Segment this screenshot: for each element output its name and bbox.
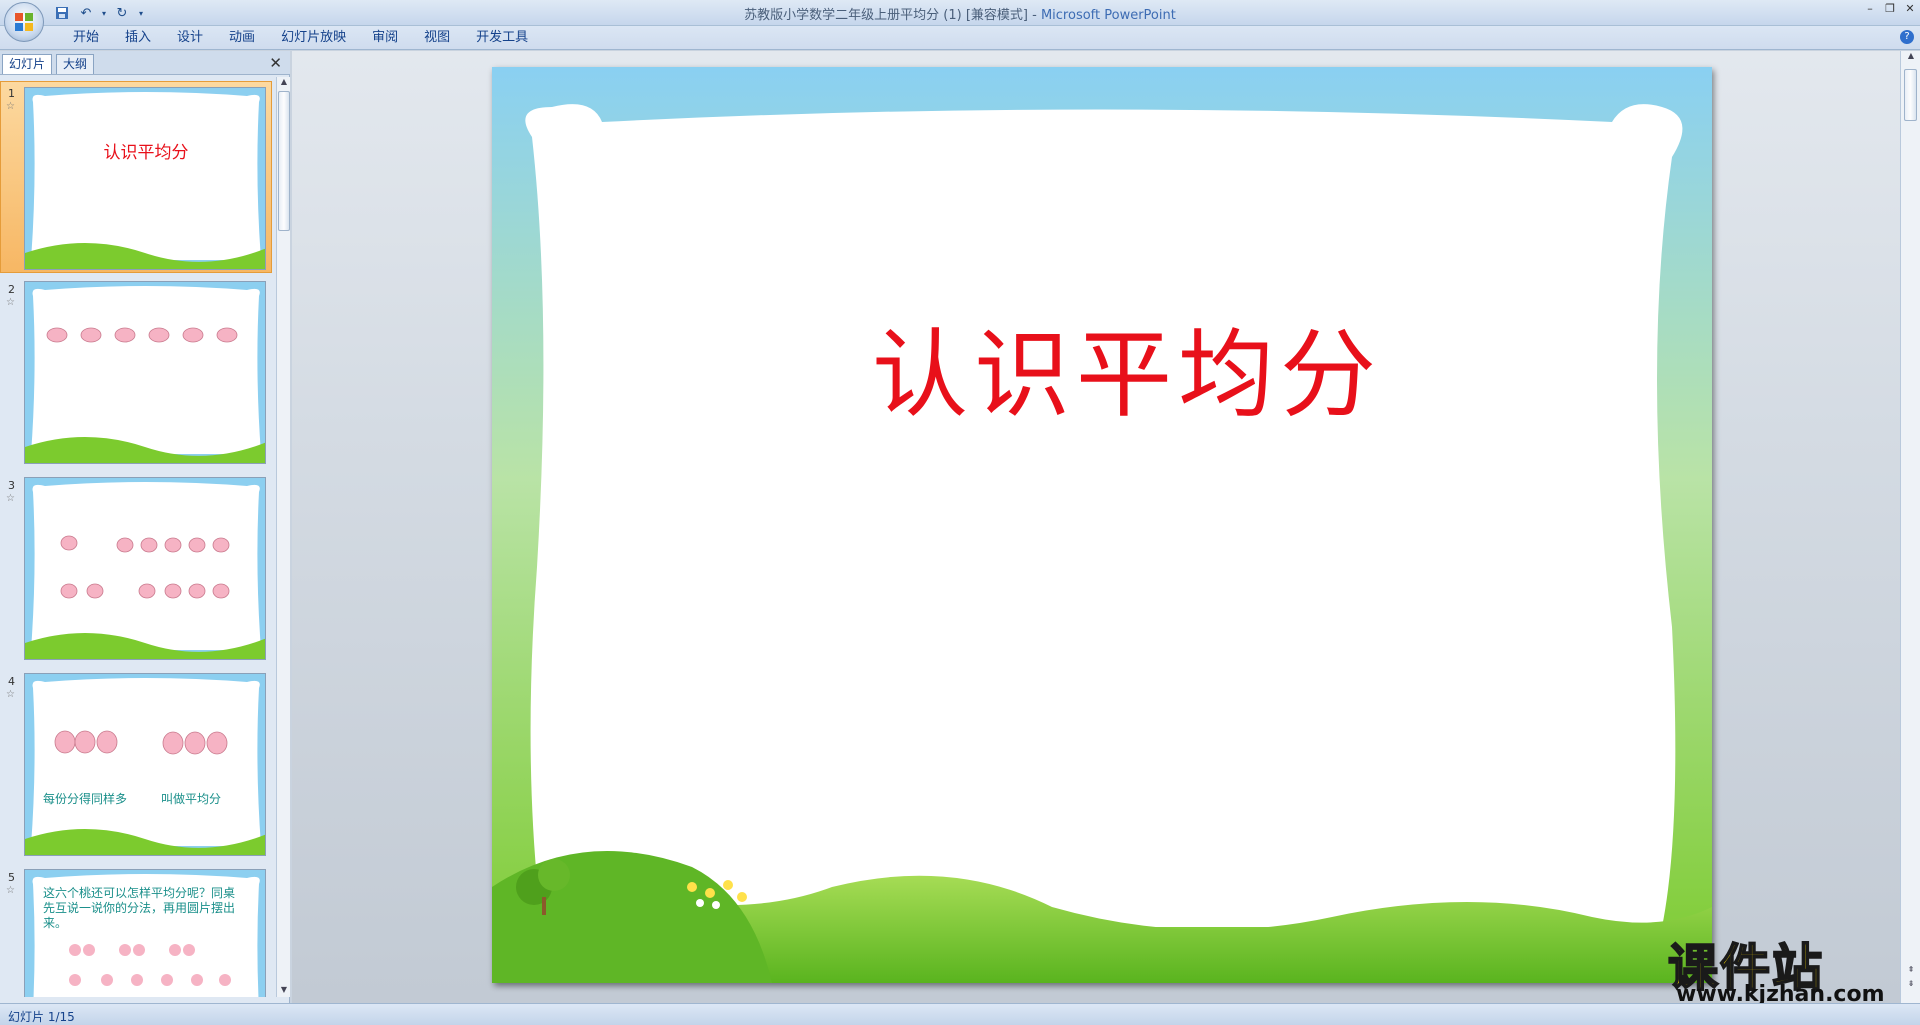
transition-star-icon: ☆ xyxy=(6,493,15,504)
tab-view[interactable]: 视图 xyxy=(411,30,463,50)
tab-slides[interactable]: 幻灯片 xyxy=(2,54,53,74)
panel-tabs: 幻灯片 大纲 ✕ xyxy=(0,51,290,75)
help-icon[interactable]: ? xyxy=(1900,30,1914,44)
slide-number: 3 xyxy=(8,479,15,492)
transition-star-icon: ☆ xyxy=(6,101,15,112)
tab-home[interactable]: 开始 xyxy=(60,30,112,50)
tab-developer[interactable]: 开发工具 xyxy=(463,30,541,50)
slide-number: 1 xyxy=(8,87,15,100)
title-bar: ↶ ▾ ↻ ▾ 苏教版小学数学二年级上册平均分 (1) [兼容模式] - Mic… xyxy=(0,0,1920,26)
scroll-thumb[interactable] xyxy=(278,91,290,231)
tab-animation[interactable]: 动画 xyxy=(216,30,268,50)
editor-scrollbar[interactable]: ▲ ⇞ ⇟ xyxy=(1900,51,1920,1003)
slide-background-art xyxy=(25,282,265,463)
slide-preview: 每份分得同样多 叫做平均分 xyxy=(24,673,266,856)
slide-preview xyxy=(24,477,266,660)
close-icon[interactable]: ✕ xyxy=(1904,2,1916,15)
prev-slide-icon[interactable]: ⇞ xyxy=(1901,965,1920,977)
tab-slideshow[interactable]: 幻灯片放映 xyxy=(268,30,359,50)
ribbon: 开始 插入 设计 动画 幻灯片放映 审阅 视图 开发工具 ? xyxy=(0,26,1920,50)
transition-star-icon: ☆ xyxy=(6,689,15,700)
office-button[interactable] xyxy=(4,2,44,42)
thumbnail-caption-left: 每份分得同样多 xyxy=(43,792,128,806)
slide-number: 4 xyxy=(8,675,15,688)
slide-preview: 这六个桃还可以怎样平均分呢？同桌先互说一说你的分法，再用圆片摆出来。 xyxy=(24,869,266,997)
status-bar: 幻灯片 1/15 xyxy=(0,1003,1920,1025)
thumbnail-caption-right: 叫做平均分 xyxy=(161,792,222,806)
thumbnail-text: 这六个桃还可以怎样平均分呢？同桌先互说一说你的分法，再用圆片摆出来。 xyxy=(43,886,236,930)
restore-icon[interactable]: ❐ xyxy=(1884,2,1896,15)
thumbnail-scrollbar[interactable]: ▲ ▼ xyxy=(276,77,290,997)
tab-review[interactable]: 审阅 xyxy=(359,30,411,50)
slide-background-art xyxy=(25,88,265,269)
app-name: Microsoft PowerPoint xyxy=(1040,8,1176,23)
transition-star-icon: ☆ xyxy=(6,297,15,308)
slide-preview: 认识平均分 xyxy=(24,87,266,270)
tab-outline[interactable]: 大纲 xyxy=(56,54,95,74)
scroll-thumb[interactable] xyxy=(1904,69,1917,121)
slide-canvas[interactable]: 认识平均分 xyxy=(492,67,1712,983)
slide-background-art xyxy=(492,67,1712,983)
slide-title[interactable]: 认识平均分 xyxy=(872,297,1382,436)
thumbnail-list: 1 ☆ 认识平均分 2 ☆ 3 ☆ 4 ☆ 每份分得同样多 叫做平均分 5 ☆ … xyxy=(0,77,276,997)
slide-background-art xyxy=(25,674,265,855)
next-slide-icon[interactable]: ⇟ xyxy=(1901,979,1920,991)
slide-preview xyxy=(24,281,266,464)
transition-star-icon: ☆ xyxy=(6,885,15,896)
ribbon-tabs: 开始 插入 设计 动画 幻灯片放映 审阅 视图 开发工具 xyxy=(60,30,541,50)
slide-editor: 认识平均分 xyxy=(292,51,1900,1003)
office-logo-icon xyxy=(15,13,33,31)
tab-design[interactable]: 设计 xyxy=(164,30,216,50)
tab-insert[interactable]: 插入 xyxy=(112,30,164,50)
close-icon[interactable]: ✕ xyxy=(269,54,282,72)
watermark-logo: 课件站 www.kjzhan.com xyxy=(1667,928,1896,1008)
slide-counter: 幻灯片 1/15 xyxy=(8,1010,75,1024)
minimize-icon[interactable]: – xyxy=(1864,2,1876,15)
thumbnail-title: 认识平均分 xyxy=(103,143,189,163)
document-title: 苏教版小学数学二年级上册平均分 (1) [兼容模式] - xyxy=(744,8,1041,23)
slide-number: 5 xyxy=(8,871,15,884)
slide-number: 2 xyxy=(8,283,15,296)
window-controls: – ❐ ✕ xyxy=(1864,2,1916,15)
slide-background-art xyxy=(25,478,265,659)
scroll-up-icon[interactable]: ▲ xyxy=(1901,51,1920,63)
slides-panel: 幻灯片 大纲 ✕ 1 ☆ 认识平均分 2 ☆ 3 ☆ 4 ☆ 每份分得同样多 叫… xyxy=(0,51,290,1003)
scroll-down-icon[interactable]: ▼ xyxy=(277,985,291,997)
window-title: 苏教版小学数学二年级上册平均分 (1) [兼容模式] - Microsoft P… xyxy=(0,4,1920,23)
scroll-up-icon[interactable]: ▲ xyxy=(277,77,291,89)
